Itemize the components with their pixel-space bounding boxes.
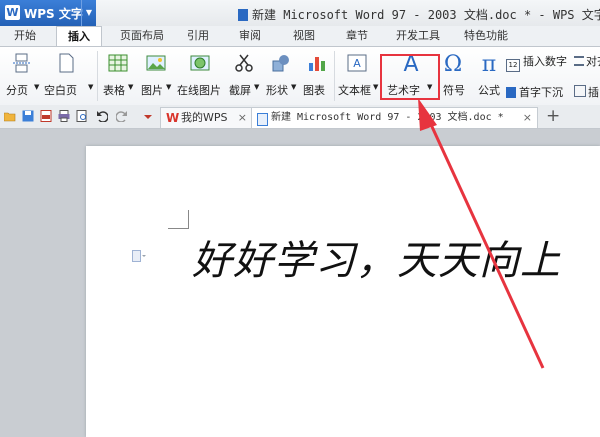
textbox-icon: A bbox=[347, 54, 367, 72]
bar-chart-icon bbox=[309, 57, 325, 71]
shapes-icon bbox=[272, 55, 289, 72]
print-icon[interactable] bbox=[58, 110, 70, 122]
window-title: 新建 Microsoft Word 97 - 2003 文档.doc * - W… bbox=[238, 6, 600, 23]
page-break-button[interactable]: 分页 bbox=[4, 47, 34, 105]
app-menu-button[interactable]: W WPS 文字 ▼ bbox=[0, 0, 96, 26]
tab-developer[interactable]: 开发工具 bbox=[390, 26, 446, 46]
tab-view[interactable]: 视图 bbox=[284, 26, 324, 46]
ribbon-insert-panel: 分页 ▼ 空白页 ▼ 表格 ▼ 图片 ▼ 在线图片 截屏 ▼ 形状 ▼ 图表 A bbox=[0, 46, 600, 106]
svg-text:π: π bbox=[482, 52, 496, 75]
wps-logo-icon: W bbox=[5, 5, 20, 20]
app-name: WPS 文字 bbox=[24, 7, 83, 21]
blank-page-button[interactable]: 空白页 bbox=[44, 47, 88, 105]
doc-tab-my-wps[interactable]: W 我的WPS × bbox=[160, 107, 252, 128]
page-break-dropdown-icon[interactable]: ▼ bbox=[34, 83, 39, 91]
tab-insert[interactable]: 插入 bbox=[56, 26, 102, 47]
margin-corner-mark bbox=[188, 210, 189, 229]
align-button[interactable]: 对齐 bbox=[574, 53, 600, 69]
tab-page-layout[interactable]: 页面布局 bbox=[112, 26, 172, 46]
tab-references[interactable]: 引用 bbox=[178, 26, 218, 46]
insert-other-icon bbox=[574, 85, 586, 97]
tab-review[interactable]: 审阅 bbox=[230, 26, 270, 46]
picture-button[interactable]: 图片 bbox=[140, 47, 172, 105]
insert-number-button[interactable]: 12 插入数字 bbox=[506, 53, 567, 72]
blank-page-icon bbox=[59, 53, 74, 73]
paragraph-layout-icon[interactable] bbox=[132, 250, 146, 262]
online-picture-button[interactable]: 在线图片 bbox=[177, 47, 223, 105]
svg-text:A: A bbox=[353, 57, 361, 70]
redo-icon[interactable] bbox=[116, 110, 128, 122]
blank-page-dropdown-icon[interactable]: ▼ bbox=[88, 83, 93, 91]
tab-features[interactable]: 特色功能 bbox=[456, 26, 516, 46]
shapes-dropdown-icon[interactable]: ▼ bbox=[291, 83, 296, 91]
wps-red-logo-icon: W bbox=[166, 111, 180, 125]
table-button[interactable]: 表格 bbox=[101, 47, 135, 105]
tab-section[interactable]: 章节 bbox=[337, 26, 377, 46]
document-icon bbox=[238, 9, 248, 21]
ribbon-separator bbox=[334, 51, 335, 101]
document-body-text[interactable]: 好好学习，天天向上 bbox=[192, 228, 561, 286]
export-pdf-icon[interactable] bbox=[40, 110, 52, 122]
svg-text:Ω: Ω bbox=[444, 52, 462, 75]
insert-other-button[interactable]: 插 bbox=[574, 84, 599, 100]
tab-home[interactable]: 开始 bbox=[6, 26, 44, 46]
formula-button[interactable]: π 公式 bbox=[474, 47, 502, 105]
undo-icon[interactable] bbox=[96, 110, 108, 122]
table-icon bbox=[108, 54, 128, 72]
open-folder-icon[interactable] bbox=[4, 110, 16, 122]
document-page[interactable] bbox=[86, 146, 600, 437]
new-tab-button[interactable]: + bbox=[546, 106, 560, 126]
document-icon bbox=[257, 113, 268, 126]
customize-toolbar-icon[interactable] bbox=[142, 110, 154, 122]
table-dropdown-icon[interactable]: ▼ bbox=[128, 83, 133, 91]
close-tab-icon[interactable]: × bbox=[523, 108, 532, 128]
app-dropdown-icon[interactable]: ▼ bbox=[81, 0, 96, 26]
symbol-button[interactable]: Ω 符号 bbox=[437, 47, 467, 105]
drop-cap-button[interactable]: 首字下沉 bbox=[506, 84, 563, 100]
drop-cap-icon bbox=[506, 87, 516, 98]
close-tab-icon[interactable]: × bbox=[238, 108, 247, 128]
omega-icon: Ω bbox=[444, 52, 462, 75]
shapes-button[interactable]: 形状 bbox=[265, 47, 297, 105]
online-picture-icon bbox=[190, 55, 210, 71]
screenshot-button[interactable]: 截屏 bbox=[228, 47, 260, 105]
chart-button[interactable]: 图表 bbox=[302, 47, 330, 105]
ribbon-separator bbox=[97, 51, 98, 101]
wordart-highlight-box bbox=[380, 54, 440, 100]
save-icon[interactable] bbox=[22, 110, 34, 122]
doc-tab-current[interactable]: 新建 Microsoft Word 97 - 2003 文档.doc * × bbox=[251, 107, 538, 128]
ribbon-tabs: 开始 插入 页面布局 引用 审阅 视图 章节 开发工具 特色功能 bbox=[0, 26, 600, 47]
title-bar: W WPS 文字 ▼ 新建 Microsoft Word 97 - 2003 文… bbox=[0, 0, 600, 27]
scissors-icon bbox=[235, 54, 253, 72]
picture-icon bbox=[146, 55, 166, 71]
print-preview-icon[interactable] bbox=[76, 110, 88, 122]
quick-access-bar: W 我的WPS × 新建 Microsoft Word 97 - 2003 文档… bbox=[0, 105, 600, 129]
align-icon bbox=[574, 56, 584, 66]
picture-dropdown-icon[interactable]: ▼ bbox=[166, 83, 171, 91]
textbox-dropdown-icon[interactable]: ▼ bbox=[373, 83, 378, 91]
margin-corner-mark bbox=[168, 228, 189, 229]
textbox-button[interactable]: A 文本框 bbox=[338, 47, 378, 105]
number-icon: 12 bbox=[506, 59, 520, 72]
screenshot-dropdown-icon[interactable]: ▼ bbox=[254, 83, 259, 91]
pi-icon: π bbox=[482, 52, 496, 75]
page-break-icon bbox=[13, 53, 31, 73]
